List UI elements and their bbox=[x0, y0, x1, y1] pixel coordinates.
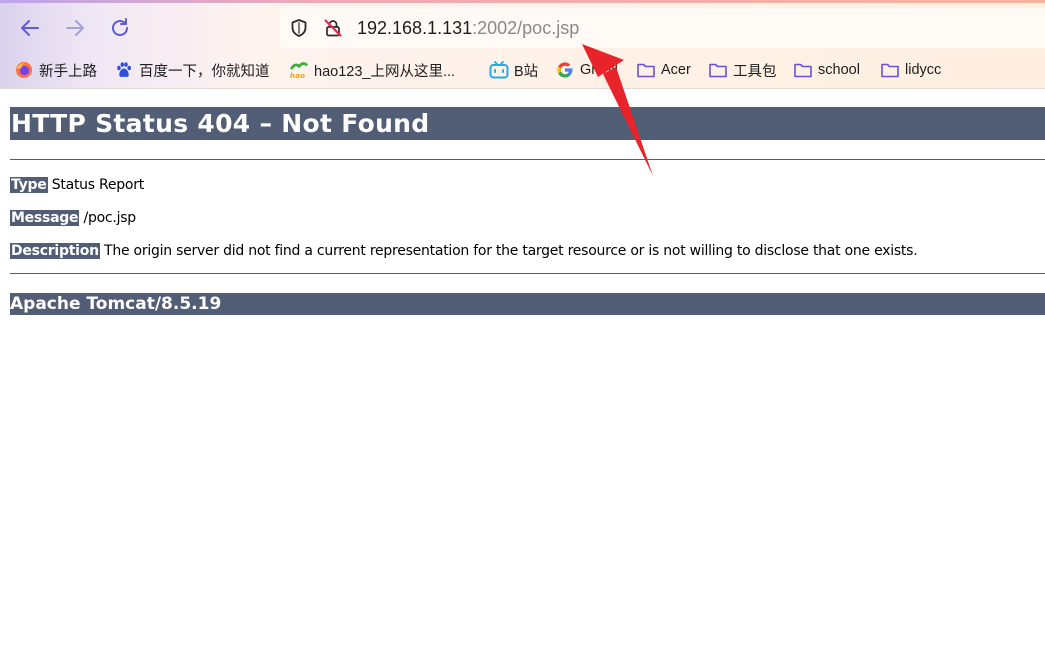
server-footer: Apache Tomcat/8.5.19 bbox=[10, 293, 1045, 315]
folder-icon bbox=[880, 60, 900, 80]
back-button[interactable] bbox=[15, 13, 45, 43]
insecure-lock-icon[interactable] bbox=[323, 18, 343, 38]
bookmark-label: school bbox=[818, 62, 860, 78]
url-text[interactable]: 192.168.1.131:2002/poc.jsp bbox=[357, 17, 579, 39]
reload-button[interactable] bbox=[105, 13, 135, 43]
bookmarks-toolbar: 新手上路 百度一下，你就知道 hao hao123_上网从这里... B站 Gm… bbox=[0, 56, 1045, 84]
browser-toolbar: 192.168.1.131:2002/poc.jsp 新手上路 百度一下，你就知… bbox=[0, 0, 1045, 89]
bookmark-folder-school[interactable]: school bbox=[793, 58, 860, 82]
folder-icon bbox=[708, 60, 728, 80]
bookmark-label: Acer bbox=[661, 62, 691, 78]
page-title: HTTP Status 404 – Not Found bbox=[10, 107, 1045, 140]
description-value: The origin server did not find a current… bbox=[104, 243, 918, 259]
bookmark-label: hao123_上网从这里... bbox=[314, 63, 456, 80]
arrow-left-icon bbox=[21, 20, 39, 36]
svg-text:hao: hao bbox=[290, 71, 305, 80]
bookmark-label: Gmail bbox=[580, 62, 618, 78]
message-label: Message bbox=[10, 210, 80, 226]
forward-button[interactable] bbox=[60, 13, 90, 43]
divider bbox=[10, 159, 1045, 160]
arrow-right-icon bbox=[66, 20, 84, 36]
firefox-icon bbox=[14, 60, 34, 80]
bookmark-baidu[interactable]: 百度一下，你就知道 bbox=[114, 58, 270, 82]
message-row: Message /poc.jsp bbox=[10, 209, 136, 227]
type-value: Status Report bbox=[51, 177, 144, 193]
type-label: Type bbox=[10, 177, 48, 193]
bookmark-bilibili[interactable]: B站 bbox=[489, 58, 538, 82]
shield-icon[interactable] bbox=[289, 18, 309, 38]
bookmark-folder-lidycc[interactable]: lidycc bbox=[880, 58, 941, 82]
folder-icon bbox=[636, 60, 656, 80]
window-top-accent bbox=[0, 0, 1045, 3]
url-path: :2002/poc.jsp bbox=[472, 18, 580, 38]
google-g-icon bbox=[555, 60, 575, 80]
bookmark-label: lidycc bbox=[905, 62, 942, 78]
hao123-icon: hao bbox=[289, 60, 309, 80]
bookmark-gmail[interactable]: Gmail bbox=[555, 58, 618, 82]
bookmark-hao123[interactable]: hao hao123_上网从这里... bbox=[289, 58, 455, 82]
annotation-arrow bbox=[582, 44, 653, 176]
description-row: Description The origin server did not fi… bbox=[10, 242, 918, 260]
message-value: /poc.jsp bbox=[83, 210, 137, 226]
bookmark-firefox-getting-started[interactable]: 新手上路 bbox=[14, 58, 97, 82]
url-host: 192.168.1.131 bbox=[357, 18, 473, 38]
bookmark-label: B站 bbox=[514, 63, 539, 80]
type-row: Type Status Report bbox=[10, 176, 144, 194]
baidu-paw-icon bbox=[114, 60, 134, 80]
reload-icon bbox=[112, 18, 128, 36]
address-bar[interactable]: 192.168.1.131:2002/poc.jsp bbox=[280, 8, 1045, 48]
bookmark-folder-acer[interactable]: Acer bbox=[636, 58, 691, 82]
divider bbox=[10, 273, 1045, 274]
bookmark-label: 百度一下，你就知道 bbox=[139, 63, 270, 80]
description-label: Description bbox=[10, 243, 100, 259]
folder-icon bbox=[793, 60, 813, 80]
bookmark-label: 工具包 bbox=[733, 63, 777, 80]
bookmark-label: 新手上路 bbox=[39, 63, 97, 80]
bookmark-folder-toolkit[interactable]: 工具包 bbox=[708, 58, 777, 82]
bilibili-tv-icon bbox=[489, 60, 509, 80]
